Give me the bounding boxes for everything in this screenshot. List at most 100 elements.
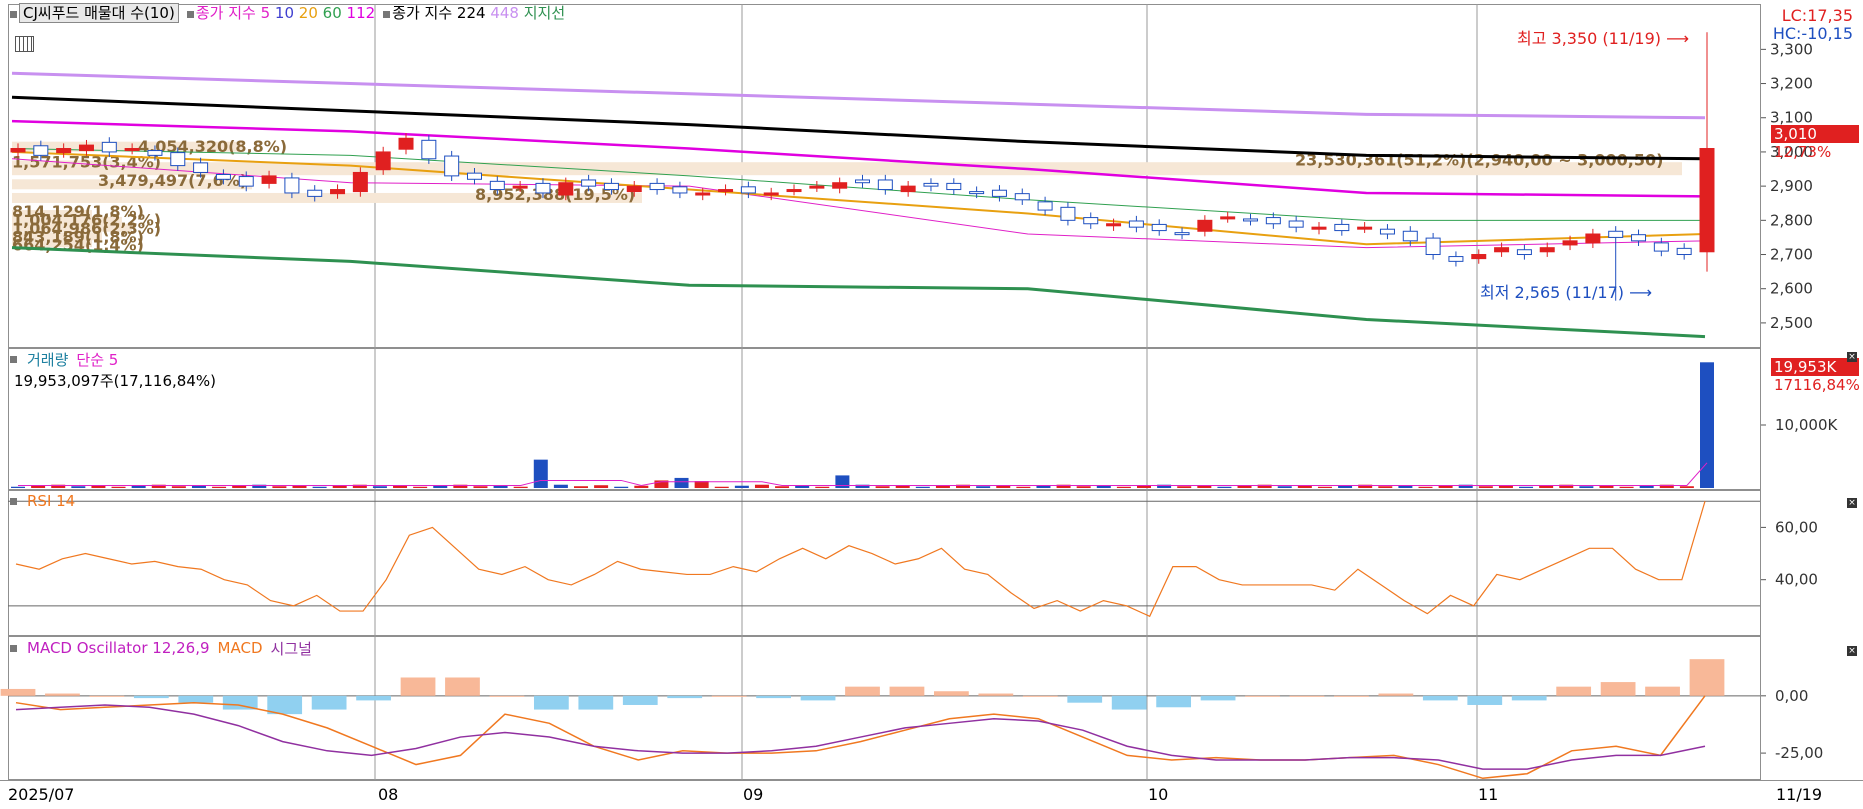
candle-body [969, 191, 985, 195]
grid-table-icon[interactable] [15, 36, 34, 52]
macd-osc-bar [0, 688, 36, 696]
candle-body [581, 179, 597, 187]
macd-osc-bar [1067, 695, 1103, 703]
volume-bar [1137, 485, 1151, 488]
macd-osc-bar [1556, 686, 1592, 696]
x-label-nov: 11 [1478, 785, 1499, 804]
close-icon[interactable]: × [1847, 498, 1857, 508]
y-tick-label: 2,800 [1770, 211, 1813, 229]
macd-osc-bar [1156, 695, 1192, 708]
candle-body [763, 192, 779, 196]
rsi-label[interactable]: RSI 14 [27, 492, 75, 510]
close-icon[interactable]: × [1847, 352, 1857, 362]
candle-body [261, 175, 277, 184]
macd-osc-label[interactable]: MACD Oscillator 12,26,9 [27, 639, 210, 657]
volume-bar [332, 485, 347, 488]
volume-bar [1036, 485, 1051, 488]
volume-current-pct: 17116,84% [1774, 376, 1860, 394]
ma60-label[interactable]: 60 [323, 4, 342, 22]
candle-body [1265, 217, 1281, 225]
signal-label[interactable]: 시그널 [271, 638, 312, 659]
candle-body [1106, 223, 1122, 227]
candle-body [307, 189, 323, 197]
legend-square-icon [10, 355, 17, 363]
ma20-label[interactable]: 20 [299, 4, 318, 22]
volume-bar [533, 459, 548, 488]
volume-ma-label[interactable]: 단순 5 [76, 349, 118, 370]
candle-body [718, 189, 734, 193]
x-axis: 2025/07 08 09 10 11 11/19 [0, 780, 1863, 809]
ma10-label[interactable]: 10 [275, 4, 294, 22]
candle-body [991, 189, 1007, 197]
y-tick-label: 60,00 [1775, 518, 1818, 536]
current-change-label: 12,73% [1774, 143, 1832, 161]
candle-body [444, 155, 460, 177]
candle-body [1676, 247, 1692, 256]
macd-osc-bar [1245, 695, 1280, 697]
candle-body [740, 186, 756, 194]
candle-body [78, 144, 94, 152]
support-label[interactable]: 지지선 [524, 4, 565, 22]
volume-bar [71, 486, 86, 488]
rsi-chart[interactable]: 60,00 40,00 [0, 490, 1863, 636]
ma112-label[interactable]: 112 [347, 4, 376, 22]
current-price-badge: 3,010 [1771, 125, 1859, 143]
price-legend: CJ씨푸드 매물대 수(10) 종가 지수 5 10 20 60 112 종가 … [10, 2, 565, 23]
candle-body [1220, 216, 1236, 220]
ma448-label[interactable]: 448 [490, 4, 519, 22]
y-tick-label: 0,00 [1775, 687, 1808, 705]
candle-body [1699, 148, 1715, 253]
candle-body [193, 162, 209, 173]
volume-bar [915, 486, 930, 488]
volume-bar [775, 486, 790, 488]
volume-bar [674, 477, 689, 488]
candle-body [1014, 193, 1030, 201]
candle-body [1402, 230, 1418, 242]
candle-body [330, 189, 346, 195]
ma224-label[interactable]: 종가 지수 224 [392, 4, 485, 22]
candle-body [672, 186, 688, 194]
volume-bar [433, 485, 448, 488]
candle-body [1311, 226, 1327, 230]
candle-body [626, 185, 642, 193]
candle-body [786, 189, 802, 193]
volume-bar [553, 484, 568, 488]
close-icon[interactable]: × [1847, 646, 1857, 656]
macd-osc-bar [578, 695, 614, 710]
lc-label: LC:17,35 [1781, 6, 1853, 25]
volume-bar [714, 486, 729, 488]
volume-bar [1418, 486, 1433, 488]
y-tick-label: -25,00 [1775, 744, 1823, 762]
stock-name-button[interactable]: CJ씨푸드 매물대 수(10) [19, 2, 179, 23]
x-label-aug: 08 [378, 785, 399, 804]
macd-osc-bar [400, 677, 436, 696]
macd-label[interactable]: MACD [218, 639, 263, 657]
macd-osc-bar [445, 677, 480, 696]
candle-body [946, 182, 962, 191]
y-tick-label: 2,600 [1770, 280, 1813, 298]
macd-osc-bar [45, 693, 80, 696]
volume-ma-line [18, 462, 1708, 486]
candle-body [101, 141, 117, 153]
volume-bar [1679, 486, 1694, 488]
volume-bar [835, 475, 850, 488]
y-tick-label: 2,500 [1770, 314, 1813, 332]
volume-bar [312, 486, 327, 488]
candle-body [215, 174, 231, 180]
macd-osc-bar [845, 686, 880, 696]
signal-line [15, 704, 1706, 770]
macd-osc-bar [1289, 695, 1325, 697]
candle-body [1608, 230, 1624, 238]
macd-osc-bar [533, 695, 569, 710]
volume-label[interactable]: 거래량 [27, 349, 68, 370]
volume-bar [976, 486, 991, 488]
volume-chart[interactable]: 10,000K [0, 348, 1863, 490]
volume-bar [171, 486, 186, 488]
y-tick-label: 3,300 [1770, 40, 1813, 58]
y-tick-label: 3,200 [1770, 75, 1813, 93]
candle-body [1083, 217, 1099, 225]
rsi-line [15, 501, 1706, 618]
volume-bar [815, 486, 830, 488]
ma5-label[interactable]: 5 [261, 4, 271, 22]
volume-bar [31, 485, 46, 488]
